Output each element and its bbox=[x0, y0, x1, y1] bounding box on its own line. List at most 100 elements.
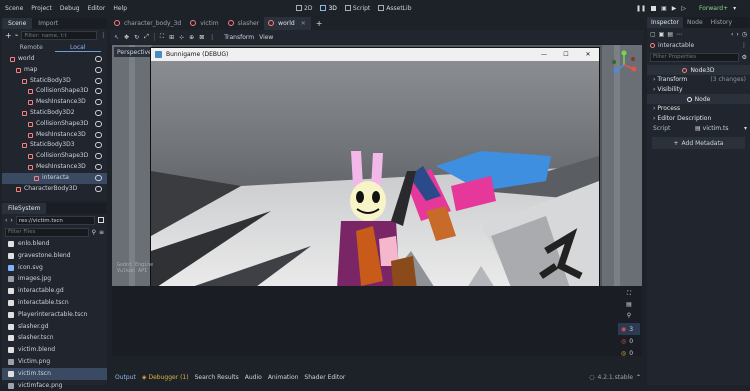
back-icon[interactable]: ‹ bbox=[5, 217, 7, 224]
rotate-tool-icon[interactable]: ↻ bbox=[134, 34, 139, 41]
file-list-item[interactable]: interactable.gd bbox=[2, 285, 107, 297]
open-icon[interactable]: ▣ bbox=[659, 31, 665, 38]
scene-tab-character-body[interactable]: character_body_3d bbox=[110, 17, 186, 30]
select-tool-icon[interactable]: ↖ bbox=[114, 34, 119, 41]
tab-audio[interactable]: Audio bbox=[245, 374, 262, 381]
copy-icon[interactable]: ▤ bbox=[618, 301, 640, 312]
file-list-item[interactable]: images.jpg bbox=[2, 273, 107, 285]
file-list-item[interactable]: interactable.tscn bbox=[2, 297, 107, 309]
file-list-item[interactable]: slasher.gd bbox=[2, 321, 107, 333]
tab-history[interactable]: History bbox=[707, 17, 736, 28]
save-icon[interactable]: ▤ bbox=[667, 31, 673, 38]
history-icon[interactable]: ◷ bbox=[742, 31, 747, 38]
snap-icon[interactable]: ⊹ bbox=[179, 34, 184, 41]
menu-scene[interactable]: Scene bbox=[5, 5, 23, 12]
local-button[interactable]: Local bbox=[54, 44, 101, 52]
menu-editor[interactable]: Editor bbox=[88, 5, 106, 12]
visibility-eye-icon[interactable] bbox=[95, 153, 102, 160]
settings-icon[interactable]: ⚙ bbox=[742, 54, 747, 61]
tab-filesystem[interactable]: FileSystem bbox=[2, 203, 47, 214]
move-tool-icon[interactable]: ✥ bbox=[124, 34, 129, 41]
add-metadata-button[interactable]: + Add Metadata bbox=[652, 137, 745, 149]
mode-script-button[interactable]: Script bbox=[344, 5, 370, 12]
transform-menu[interactable]: Transform bbox=[224, 34, 254, 41]
play-scene-icon[interactable]: ▶ bbox=[672, 5, 677, 12]
grid-icon[interactable]: ⊠ bbox=[199, 34, 204, 41]
scene-filter-input[interactable] bbox=[21, 31, 98, 40]
game-viewport[interactable] bbox=[151, 61, 599, 313]
close-button[interactable]: ✕ bbox=[577, 51, 599, 58]
visibility-eye-icon[interactable] bbox=[95, 142, 102, 149]
file-list-item[interactable]: victimface.png bbox=[2, 380, 107, 391]
local-space-icon[interactable]: ⊕ bbox=[189, 34, 194, 41]
visibility-eye-icon[interactable] bbox=[95, 120, 102, 127]
script-value-field[interactable]: ▤ victim.ts ▾ bbox=[695, 124, 750, 134]
add-node-icon[interactable]: + bbox=[5, 31, 12, 40]
split-view-icon[interactable] bbox=[98, 217, 104, 223]
scene-tree-item[interactable]: CollisionShape3D bbox=[2, 151, 107, 162]
section-process[interactable]: › Process bbox=[647, 104, 750, 114]
visibility-eye-icon[interactable] bbox=[95, 66, 102, 73]
scene-tree-item[interactable]: StaticBody3D3 bbox=[2, 140, 107, 151]
visibility-eye-icon[interactable] bbox=[95, 77, 102, 84]
scene-tree-item[interactable]: CollisionShape3D bbox=[2, 86, 107, 97]
menu-project[interactable]: Project bbox=[31, 5, 52, 12]
sort-icon[interactable]: ≡ bbox=[99, 229, 104, 236]
menu-debug[interactable]: Debug bbox=[60, 5, 80, 12]
scene-tree-item[interactable]: StaticBody3D2 bbox=[2, 108, 107, 119]
visibility-eye-icon[interactable] bbox=[95, 88, 102, 95]
scene-tree-item[interactable]: interacta bbox=[2, 172, 107, 184]
play-custom-icon[interactable]: ▷ bbox=[681, 5, 686, 12]
minimize-button[interactable]: — bbox=[533, 51, 555, 58]
add-scene-tab-icon[interactable]: + bbox=[316, 19, 323, 28]
scene-tab-slasher[interactable]: slasher bbox=[224, 17, 265, 30]
fs-filter-input[interactable] bbox=[5, 227, 89, 237]
view-gizmo[interactable] bbox=[611, 50, 637, 80]
visibility-eye-icon[interactable] bbox=[95, 99, 102, 106]
section-visibility[interactable]: › Visibility bbox=[647, 85, 750, 95]
tab-import[interactable]: Import bbox=[32, 18, 64, 29]
scene-tree-item[interactable]: CharacterBody3D bbox=[2, 184, 107, 195]
tab-node[interactable]: Node bbox=[683, 17, 707, 28]
inspected-node-name[interactable]: interactable bbox=[658, 42, 738, 49]
file-list-item[interactable]: gravestone.blend bbox=[2, 250, 107, 262]
close-icon[interactable]: ✕ bbox=[301, 20, 306, 27]
lock-icon[interactable]: ⛶ bbox=[618, 290, 640, 301]
scene-tree-item[interactable]: map bbox=[2, 65, 107, 76]
pause-icon[interactable]: ❚❚ bbox=[636, 5, 646, 12]
view-menu[interactable]: View bbox=[259, 34, 273, 41]
warning-count-toggle[interactable]: ◎ 0 bbox=[618, 335, 640, 347]
forward-icon[interactable]: › bbox=[10, 217, 12, 224]
visibility-eye-icon[interactable] bbox=[95, 109, 102, 116]
extra-icon[interactable]: ⋯ bbox=[676, 31, 682, 38]
file-list-item[interactable]: victim.blend bbox=[2, 344, 107, 356]
tab-scene[interactable]: Scene bbox=[2, 18, 33, 29]
tab-animation[interactable]: Animation bbox=[268, 374, 299, 381]
visibility-eye-icon[interactable] bbox=[95, 163, 102, 170]
section-editor-description[interactable]: › Editor Description bbox=[647, 114, 750, 124]
property-filter-input[interactable] bbox=[650, 52, 739, 62]
tab-output[interactable]: Output bbox=[115, 374, 136, 381]
scene-tree-item[interactable]: world bbox=[2, 54, 107, 65]
file-list-item[interactable]: enlo.blend bbox=[2, 238, 107, 250]
expand-panel-icon[interactable]: ⌃ bbox=[636, 374, 641, 381]
group-icon[interactable]: ⊞ bbox=[169, 34, 174, 41]
visibility-eye-icon[interactable] bbox=[95, 131, 102, 138]
tab-shader-editor[interactable]: Shader Editor bbox=[304, 374, 345, 381]
section-transform[interactable]: › Transform (3 changes) bbox=[647, 75, 750, 85]
tab-inspector[interactable]: Inspector bbox=[647, 17, 683, 28]
file-list-item[interactable]: Victim.png bbox=[2, 356, 107, 368]
maximize-button[interactable]: ☐ bbox=[555, 51, 577, 58]
visibility-eye-icon[interactable] bbox=[95, 174, 102, 181]
mode-2d-button[interactable]: 2D bbox=[296, 5, 312, 12]
stop-icon[interactable] bbox=[651, 5, 657, 11]
version-label[interactable]: 4.2.1.stable bbox=[597, 374, 633, 381]
back-icon[interactable]: ‹ bbox=[731, 31, 733, 38]
file-list-item[interactable]: slasher.tscn bbox=[2, 332, 107, 344]
renderer-select[interactable]: Forward+ bbox=[699, 5, 728, 12]
scene-tree-item[interactable]: CollisionShape3D bbox=[2, 119, 107, 130]
remote-button[interactable]: Remote bbox=[8, 44, 55, 51]
movie-icon[interactable]: ▣ bbox=[661, 5, 667, 12]
file-list-item[interactable]: icon.svg bbox=[2, 262, 107, 274]
search-icon[interactable]: ⚲ bbox=[618, 312, 640, 323]
